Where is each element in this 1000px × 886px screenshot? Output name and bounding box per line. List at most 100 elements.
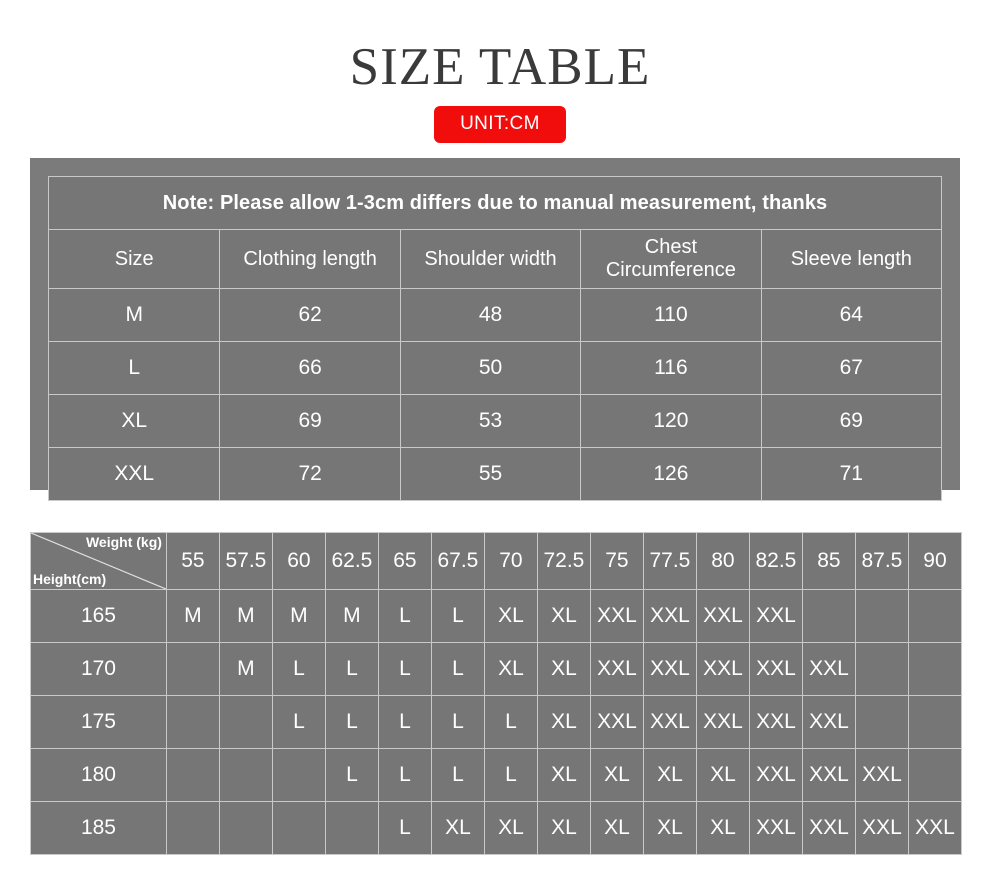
grid-size-cell: M — [218, 589, 273, 643]
cell-chest-circumference: 126 — [580, 447, 762, 501]
grid-size-cell: L — [430, 589, 485, 643]
column-header-chest-circumference: Chest Circumference — [580, 229, 762, 289]
grid-size-cell: L — [377, 801, 432, 855]
grid-height-header-2: 175 — [30, 695, 167, 749]
cell-sleeve-length: 64 — [760, 288, 943, 342]
cell-sleeve-length: 69 — [760, 394, 943, 448]
unit-badge-wrapper: UNIT:CM — [0, 106, 1000, 143]
cell-clothing-length: 72 — [219, 447, 401, 501]
grid-size-cell: L — [324, 642, 379, 696]
grid-weight-header-3: 62.5 — [324, 532, 379, 590]
table-row: XL 69 53 120 69 — [47, 394, 943, 448]
grid-empty-cell — [854, 642, 909, 696]
cell-shoulder-width: 53 — [399, 394, 582, 448]
cell-clothing-length: 69 — [219, 394, 401, 448]
size-table-page: SIZE TABLE UNIT:CM Note: Please allow 1-… — [0, 0, 1000, 886]
grid-size-cell: XL — [483, 801, 538, 855]
grid-size-cell: XXL — [695, 695, 750, 749]
grid-weight-header-6: 70 — [483, 532, 538, 590]
grid-height-header-1: 170 — [30, 642, 167, 696]
grid-size-cell: XXL — [642, 589, 697, 643]
grid-weight-header-11: 82.5 — [748, 532, 803, 590]
table-row: 170 M L L L L XL XL XXL XXL XXL XXL XXL — [30, 642, 963, 696]
grid-weight-header-5: 67.5 — [430, 532, 485, 590]
grid-size-cell: XXL — [801, 748, 856, 802]
grid-empty-cell — [218, 801, 273, 855]
grid-header-row: Weight (kg) Height(cm) 55 57.5 60 62.5 65 67.5 7… — [30, 532, 963, 590]
grid-weight-header-9: 77.5 — [642, 532, 697, 590]
grid-empty-cell — [165, 642, 220, 696]
corner-height-label: Height(cm) — [33, 571, 107, 587]
grid-size-cell: L — [324, 748, 379, 802]
grid-size-cell: XL — [536, 695, 591, 749]
table-row: XXL 72 55 126 71 — [47, 447, 943, 501]
grid-weight-header-13: 87.5 — [854, 532, 909, 590]
grid-size-cell: XXL — [748, 642, 803, 696]
grid-size-cell: L — [377, 589, 432, 643]
grid-size-cell: XXL — [801, 801, 856, 855]
grid-empty-cell — [907, 642, 963, 696]
grid-size-cell: XL — [642, 801, 697, 855]
cell-chest-circumference: 120 — [580, 394, 762, 448]
grid-size-cell: XXL — [642, 642, 697, 696]
grid-weight-header-14: 90 — [907, 532, 963, 590]
grid-size-cell: XXL — [854, 801, 909, 855]
cell-chest-circumference: 116 — [580, 341, 762, 395]
grid-height-header-0: 165 — [30, 589, 167, 643]
grid-size-cell: L — [324, 695, 379, 749]
grid-size-cell: L — [377, 695, 432, 749]
grid-empty-cell — [801, 589, 856, 643]
measurement-note: Note: Please allow 1-3cm differs due to … — [48, 176, 942, 230]
unit-badge: UNIT:CM — [434, 106, 566, 143]
corner-weight-label: Weight (kg) — [85, 534, 162, 550]
grid-size-cell: XXL — [642, 695, 697, 749]
chest-header-line-2: Circumference — [605, 259, 736, 281]
measurement-table-body: Note: Please allow 1-3cm differs due to … — [47, 176, 943, 501]
grid-empty-cell — [854, 589, 909, 643]
grid-size-cell: M — [324, 589, 379, 643]
grid-size-cell: L — [430, 642, 485, 696]
grid-size-cell: XXL — [748, 695, 803, 749]
grid-empty-cell — [271, 748, 326, 802]
grid-empty-cell — [907, 695, 963, 749]
grid-size-cell: XXL — [695, 642, 750, 696]
cell-shoulder-width: 50 — [399, 341, 582, 395]
grid-size-cell: XXL — [907, 801, 963, 855]
cell-size: M — [47, 288, 221, 342]
grid-empty-cell — [854, 695, 909, 749]
grid-empty-cell — [218, 695, 273, 749]
cell-size: XXL — [47, 447, 221, 501]
page-header: SIZE TABLE UNIT:CM — [0, 0, 1000, 143]
grid-size-cell: XXL — [589, 642, 644, 696]
grid-size-cell: XL — [589, 748, 644, 802]
grid-size-cell: L — [377, 642, 432, 696]
grid-size-cell: XXL — [854, 748, 909, 802]
grid-size-cell: XXL — [801, 642, 856, 696]
cell-clothing-length: 62 — [219, 288, 401, 342]
grid-size-cell: XL — [483, 589, 538, 643]
cell-shoulder-width: 55 — [399, 447, 582, 501]
grid-size-cell: M — [165, 589, 220, 643]
grid-size-cell: XL — [430, 801, 485, 855]
grid-weight-header-8: 75 — [589, 532, 644, 590]
grid-size-cell: XXL — [589, 695, 644, 749]
grid-size-cell: XL — [536, 642, 591, 696]
grid-size-cell: L — [483, 695, 538, 749]
grid-size-cell: M — [218, 642, 273, 696]
grid-size-cell: XXL — [748, 589, 803, 643]
note-row: Note: Please allow 1-3cm differs due to … — [48, 176, 942, 230]
grid-size-cell: XL — [642, 748, 697, 802]
cell-sleeve-length: 71 — [760, 447, 943, 501]
table-row: 165 M M M M L L XL XL XXL XXL XXL XXL — [30, 589, 963, 643]
grid-weight-header-0: 55 — [165, 532, 220, 590]
grid-size-cell: L — [430, 748, 485, 802]
grid-size-cell: XL — [589, 801, 644, 855]
grid-size-cell: XXL — [748, 748, 803, 802]
cell-clothing-length: 66 — [219, 341, 401, 395]
grid-size-cell: XL — [536, 748, 591, 802]
grid-size-cell: XL — [695, 748, 750, 802]
grid-size-cell: L — [271, 695, 326, 749]
grid-empty-cell — [907, 589, 963, 643]
column-header-shoulder-width: Shoulder width — [399, 229, 582, 289]
measurement-table: Note: Please allow 1-3cm differs due to … — [47, 176, 943, 501]
